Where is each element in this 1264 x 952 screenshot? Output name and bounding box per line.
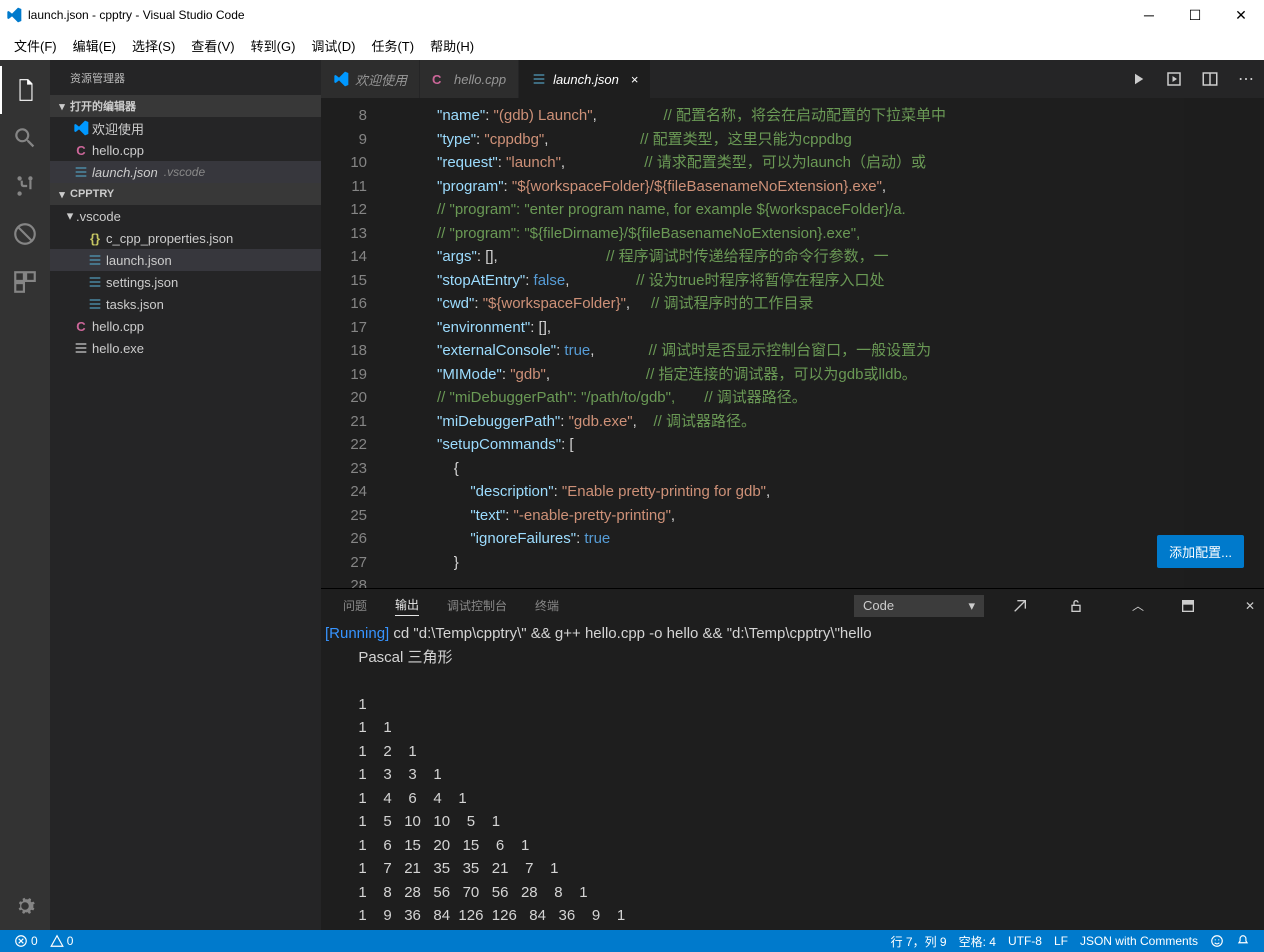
menu-item[interactable]: 调试(D) — [303, 32, 363, 59]
activity-explorer[interactable] — [0, 66, 50, 114]
debug-run-icon[interactable] — [1156, 60, 1192, 98]
file-icon — [70, 120, 92, 136]
status-errors[interactable]: 0 — [8, 934, 44, 948]
panel-tab[interactable]: 问题 — [343, 597, 367, 614]
file-item[interactable]: launch.json — [50, 249, 321, 271]
file-icon — [84, 252, 106, 268]
file-item[interactable]: settings.json — [50, 271, 321, 293]
status-warnings[interactable]: 0 — [44, 934, 80, 948]
status-feedback-icon[interactable] — [1204, 934, 1230, 948]
code-content[interactable]: "name": "(gdb) Launch", // 配置名称，将会在启动配置的… — [387, 98, 1184, 588]
code-editor[interactable]: 8910111213141516171819202122232425262728… — [321, 98, 1264, 588]
file-item[interactable]: hello.exe — [50, 337, 321, 359]
menu-item[interactable]: 帮助(H) — [422, 32, 482, 59]
editor-tab[interactable]: launch.json× — [519, 60, 651, 98]
panel-chevron-up-icon[interactable]: ︿ — [1124, 597, 1152, 614]
add-configuration-button[interactable]: 添加配置... — [1157, 535, 1244, 568]
lock-scroll-icon[interactable] — [1068, 598, 1096, 614]
window-minimize[interactable]: ─ — [1126, 0, 1172, 30]
activity-bar — [0, 60, 50, 930]
file-icon: C — [432, 72, 448, 87]
output-channel-select[interactable]: Code▾ — [854, 595, 984, 617]
status-language[interactable]: JSON with Comments — [1074, 934, 1204, 948]
file-item[interactable]: Chello.cpp — [50, 315, 321, 337]
file-icon — [531, 71, 547, 87]
folder-item[interactable]: ▾ .vscode — [50, 205, 321, 227]
bottom-panel: 问题 输出 调试控制台 终端 Code▾ ︿ ✕ [Running] cd "d:\T… — [321, 588, 1264, 930]
minimap[interactable] — [1184, 98, 1264, 588]
line-gutter: 8910111213141516171819202122232425262728 — [321, 98, 387, 588]
menu-item[interactable]: 编辑(E) — [65, 32, 124, 59]
window-titlebar: launch.json - cpptry - Visual Studio Cod… — [0, 0, 1264, 30]
status-bell-icon[interactable] — [1230, 934, 1256, 948]
panel-maximize-icon[interactable] — [1180, 598, 1208, 614]
window-title: launch.json - cpptry - Visual Studio Cod… — [28, 8, 245, 22]
menu-item[interactable]: 查看(V) — [183, 32, 242, 59]
file-icon — [70, 340, 92, 356]
file-item[interactable]: tasks.json — [50, 293, 321, 315]
open-editor-item[interactable]: Chello.cpp — [50, 139, 321, 161]
panel-close-icon[interactable]: ✕ — [1236, 599, 1264, 613]
activity-scm[interactable] — [0, 162, 50, 210]
output-body[interactable]: [Running] cd "d:\Temp\cpptry\" && g++ he… — [321, 622, 1264, 930]
menu-item[interactable]: 转到(G) — [243, 32, 304, 59]
menu-item[interactable]: 选择(S) — [124, 32, 183, 59]
workspace-header[interactable]: ▾CPPTRY — [50, 183, 321, 205]
status-spaces[interactable]: 空格: 4 — [953, 933, 1002, 950]
open-editor-item[interactable]: 欢迎使用 — [50, 117, 321, 139]
file-icon — [84, 296, 106, 312]
menu-item[interactable]: 任务(T) — [363, 32, 422, 59]
activity-search[interactable] — [0, 114, 50, 162]
file-icon: C — [70, 143, 92, 158]
activity-debug[interactable] — [0, 210, 50, 258]
file-icon: {} — [84, 231, 106, 246]
editor-tabs: 欢迎使用Chello.cpplaunch.json× ⋯ — [321, 60, 1264, 98]
activity-extensions[interactable] — [0, 258, 50, 306]
status-encoding[interactable]: UTF-8 — [1002, 934, 1048, 948]
open-editors-header[interactable]: ▾打开的编辑器 — [50, 95, 321, 117]
close-icon[interactable]: × — [631, 72, 639, 87]
editor-tab[interactable]: Chello.cpp — [420, 60, 519, 98]
file-icon — [70, 164, 92, 180]
split-editor-icon[interactable] — [1192, 60, 1228, 98]
window-close[interactable]: ✕ — [1218, 0, 1264, 30]
panel-tab[interactable]: 终端 — [535, 597, 559, 614]
sidebar-title: 资源管理器 — [50, 60, 321, 95]
panel-tab[interactable]: 调试控制台 — [447, 597, 507, 614]
file-item[interactable]: {}c_cpp_properties.json — [50, 227, 321, 249]
window-maximize[interactable]: ☐ — [1172, 0, 1218, 30]
open-editor-item[interactable]: launch.json.vscode — [50, 161, 321, 183]
file-icon — [84, 274, 106, 290]
file-icon: C — [70, 319, 92, 334]
status-bar: 0 0 行 7，列 9 空格: 4 UTF-8 LF JSON with Com… — [0, 930, 1264, 952]
menu-bar: 文件(F)编辑(E)选择(S)查看(V)转到(G)调试(D)任务(T)帮助(H) — [0, 30, 1264, 60]
explorer-sidebar: 资源管理器 ▾打开的编辑器 欢迎使用Chello.cpplaunch.json.… — [50, 60, 321, 930]
editor-area: 欢迎使用Chello.cpplaunch.json× ⋯ 89101112131… — [321, 60, 1264, 930]
status-cursor[interactable]: 行 7，列 9 — [885, 933, 953, 950]
run-icon[interactable] — [1120, 60, 1156, 98]
vscode-icon — [6, 7, 22, 23]
panel-tab[interactable]: 输出 — [395, 596, 419, 616]
file-icon — [333, 71, 349, 87]
menu-item[interactable]: 文件(F) — [6, 32, 65, 59]
activity-settings[interactable] — [0, 882, 50, 930]
more-icon[interactable]: ⋯ — [1228, 60, 1264, 98]
panel-tabs: 问题 输出 调试控制台 终端 Code▾ ︿ ✕ — [321, 589, 1264, 622]
clear-output-icon[interactable] — [1012, 598, 1040, 614]
status-eol[interactable]: LF — [1048, 934, 1074, 948]
editor-tab[interactable]: 欢迎使用 — [321, 60, 420, 98]
